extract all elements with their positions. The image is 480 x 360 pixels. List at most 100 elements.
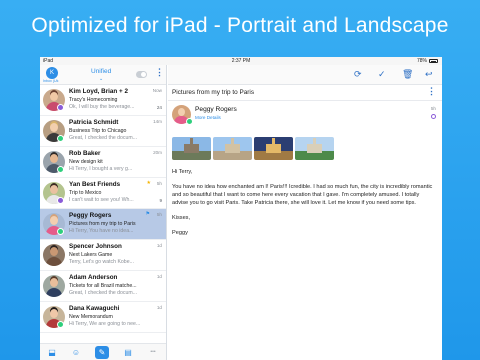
mail-list-item[interactable]: Patricia Schmidt Business Trip to Chicago…: [40, 116, 166, 147]
mail-sender: Dana Kawaguchi: [69, 305, 120, 312]
attachment-thumbnail[interactable]: [172, 137, 211, 160]
message-paragraph: You have no idea how enchanted am I! Par…: [172, 184, 433, 206]
message-subject-bar: Pictures from my trip to Paris ⋮: [168, 85, 442, 101]
more-vertical-icon[interactable]: ⋮: [427, 86, 436, 97]
mail-sender: Kim Loyd, Brian + 2: [69, 88, 128, 95]
sender-name[interactable]: Peggy Rogers: [195, 106, 237, 113]
account-initial: K: [49, 70, 54, 76]
mail-preview: I can't wait to see you! Wh...: [69, 197, 134, 203]
star-icon[interactable]: ★: [147, 180, 151, 186]
mail-time: 5h: [156, 212, 162, 217]
mail-sender: Peggy Rogers: [69, 212, 112, 219]
message-time: 5h: [430, 106, 436, 111]
account-dot-icon: [57, 197, 64, 204]
account-switcher-button[interactable]: K: [46, 67, 58, 79]
message-body: Hi Terry, You have no idea how enchanted…: [172, 168, 434, 244]
mail-list: Kim Loyd, Brian + 2 Tracy's Homecoming Ok,…: [40, 85, 166, 333]
thread-count-badge: 9: [159, 198, 162, 203]
mail-list-item[interactable]: Rob Baker New design kit Hi Terry, I bough…: [40, 147, 166, 178]
mail-preview: Great, I checked the docum...: [69, 290, 138, 296]
mail-subject: Next Lakers Game: [69, 252, 113, 258]
filter-toggle[interactable]: [136, 71, 147, 78]
chevron-down-icon[interactable]: ⌄: [99, 76, 103, 82]
sender-row: Peggy Rogers More Details 5h: [168, 101, 442, 129]
attachment-strip: [172, 137, 442, 161]
avatar: [43, 275, 65, 297]
mail-subject: New design kit: [69, 159, 103, 165]
account-dot-icon: [57, 321, 64, 328]
mail-list-item[interactable]: Yan Best Friends Trip to Mexico I can't wa…: [40, 178, 166, 209]
mail-subject: Tickets for all Brazil matche...: [69, 283, 137, 289]
flag-icon[interactable]: ⚑: [146, 211, 150, 217]
message-toolbar: ⟳ ✓ 🗑 ↩: [168, 65, 442, 85]
thread-count-badge: 24: [156, 105, 162, 110]
trash-icon[interactable]: 🗑: [402, 69, 413, 80]
account-dot-icon: [57, 104, 64, 111]
account-dot-icon: [57, 228, 64, 235]
inbox-tray-icon[interactable]: ⬓: [46, 347, 58, 358]
battery-icon: [429, 59, 438, 63]
reply-all-icon[interactable]: ↩: [425, 69, 433, 80]
mail-list-item[interactable]: Kim Loyd, Brian + 2 Tracy's Homecoming Ok,…: [40, 85, 166, 116]
mail-time: 1d: [156, 274, 162, 279]
mail-time: 14m: [153, 119, 162, 124]
mail-time: 1d: [156, 243, 162, 248]
promo-banner-title: Optimized for iPad - Portrait and Landsc…: [31, 14, 449, 37]
mail-subject: Pictures from my trip to Paris: [69, 221, 136, 227]
mail-preview: Ok, I will buy the beverage...: [69, 104, 135, 110]
mail-subject: Trip to Mexico: [69, 190, 102, 196]
status-bar: iPad 2:37 PM 78%: [40, 57, 442, 65]
message-view-pane: ⟳ ✓ 🗑 ↩ Pictures from my trip to Paris ⋮ Pe…: [168, 65, 442, 360]
mail-list-pane: K Inbox (Uk Unified ⌄ ⋮ Kim Loyd, Brian …: [40, 65, 167, 360]
battery-percent: 78%: [416, 58, 427, 64]
mail-list-item[interactable]: Dana Kawaguchi New Memorandum Hi Terry, We…: [40, 302, 166, 333]
mail-sender: Rob Baker: [69, 150, 101, 157]
check-icon[interactable]: ✓: [378, 69, 386, 80]
mail-subject: Business Trip to Chicago: [69, 128, 127, 134]
refresh-icon[interactable]: ⟳: [354, 69, 362, 80]
clock-label: 2:37 PM: [231, 58, 251, 64]
mail-list-item[interactable]: Spencer Johnson Next Lakers Game Terry, Le…: [40, 240, 166, 271]
mail-sender: Patricia Schmidt: [69, 119, 119, 126]
contacts-icon[interactable]: ☺: [70, 347, 82, 358]
mail-list-header: K Inbox (Uk Unified ⌄ ⋮: [40, 65, 166, 85]
clipboard-icon[interactable]: ▤: [122, 347, 134, 358]
mail-time: Now: [152, 88, 162, 93]
avatar: [43, 244, 65, 266]
attachment-thumbnail[interactable]: [254, 137, 293, 160]
attachment-thumbnail[interactable]: [213, 137, 252, 160]
bottom-tab-bar: ⬓ ☺ ✎ ▤ •••: [40, 343, 166, 360]
mail-preview: Great, I checked the docum...: [69, 135, 138, 141]
mail-preview: Hi Terry, I bought a very g...: [69, 166, 133, 172]
inbox-label: Inbox (Uk: [43, 79, 59, 83]
mail-sender: Spencer Johnson: [69, 243, 122, 250]
mail-list-item[interactable]: Adam Anderson Tickets for all Brazil matc…: [40, 271, 166, 302]
mail-time: 5h: [156, 181, 162, 186]
mail-preview: Terry, Let's go watch Kobe...: [69, 259, 134, 265]
battery-indicator: 78%: [417, 58, 438, 64]
attachment-thumbnail[interactable]: [295, 137, 334, 160]
message-subject: Pictures from my trip to Paris: [172, 89, 255, 96]
mail-preview: Hi Terry, You have no idea...: [69, 228, 134, 234]
message-greeting: Hi Terry,: [172, 169, 193, 175]
folder-selector[interactable]: Unified: [91, 68, 111, 75]
mail-subject: Tracy's Homecoming: [69, 97, 118, 103]
mail-sender: Adam Anderson: [69, 274, 118, 281]
mail-sender: Yan Best Friends: [69, 181, 121, 188]
account-dot-icon: [57, 135, 64, 142]
mail-preview: Hi Terry, We are going to nee...: [69, 321, 141, 327]
compose-icon[interactable]: ✎: [95, 346, 109, 359]
mail-subject: New Memorandum: [69, 314, 113, 320]
mail-list-item[interactable]: Peggy Rogers Pictures from my trip to Par…: [40, 209, 166, 240]
account-dot-icon: [186, 118, 193, 125]
mail-time: 1d: [156, 305, 162, 310]
more-icon[interactable]: •••: [145, 347, 161, 358]
message-closing: Kisses,: [172, 215, 191, 221]
more-vertical-icon[interactable]: ⋮: [155, 68, 164, 77]
message-signature: Peggy: [172, 230, 188, 236]
unread-dot-icon[interactable]: [431, 114, 436, 119]
account-dot-icon: [57, 166, 64, 173]
mail-time: 20m: [153, 150, 162, 155]
ipad-screen: iPad 2:37 PM 78% K Inbox (Uk Unified ⌄ ⋮…: [40, 57, 442, 360]
more-details-link[interactable]: More Details: [195, 115, 221, 120]
